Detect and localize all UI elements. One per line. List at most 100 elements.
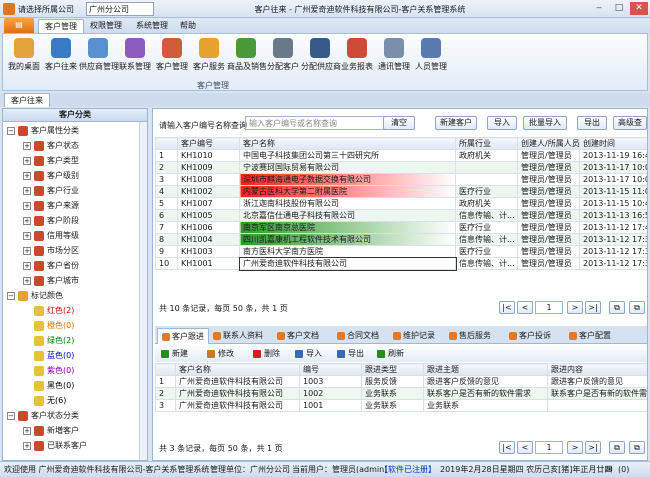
next-page-button[interactable]: > xyxy=(567,301,583,314)
print-page-icon[interactable]: ⧉ xyxy=(629,301,645,314)
menu-tab-2[interactable]: 系统管理 xyxy=(130,19,174,33)
expand-icon[interactable]: + xyxy=(23,141,31,150)
tree-node[interactable]: − 标记颜色 xyxy=(7,288,139,303)
detail-tab-3[interactable]: 合同文档 xyxy=(333,328,383,344)
column-header[interactable]: 客户名称 xyxy=(239,137,456,150)
expand-icon[interactable]: + xyxy=(23,261,31,270)
column-header[interactable]: 所属行业 xyxy=(455,137,518,150)
message-icon[interactable]: ✉ xyxy=(606,462,613,477)
ribbon-button-5[interactable]: 客户服务 xyxy=(190,36,228,76)
toolbar-button-4[interactable]: 导出 xyxy=(337,348,364,360)
first-page-button[interactable]: |< xyxy=(499,441,515,454)
detail-tab-6[interactable]: 客户投诉 xyxy=(505,328,555,344)
ribbon-button-7[interactable]: 分配客户 xyxy=(264,36,302,76)
detail-tab-0[interactable]: 客户跟进 xyxy=(157,328,209,344)
menu-tab-1[interactable]: 权限管理 xyxy=(84,19,128,33)
toolbar-button-5[interactable]: 刷新 xyxy=(377,348,404,360)
page-number-input[interactable]: 1 xyxy=(535,441,563,454)
column-header[interactable]: 跟进内容 xyxy=(547,363,647,376)
tree-node[interactable]: + 客户类型 xyxy=(7,153,139,168)
column-header[interactable]: 客户名称 xyxy=(175,363,300,376)
detail-tab-1[interactable]: 联系人资料 xyxy=(209,328,267,344)
tree-node[interactable]: + 客户来源 xyxy=(7,198,139,213)
table-row[interactable]: 3 广州爱奇迪软件科技有限公司 1001 业务联系 业务联系 xyxy=(155,399,647,412)
expand-icon[interactable]: + xyxy=(23,246,31,255)
table-row[interactable]: 8 KH1004 四川凯嘉康机工程软件技术有限公司 信息传输、计... 管理员/管理员 2… xyxy=(155,233,647,246)
status-message-count[interactable]: (0) xyxy=(618,462,629,477)
table-row[interactable]: 2 广州爱奇迪软件科技有限公司 1002 业务联系 联系客户是否有新的软件需求 联系客户是… xyxy=(155,387,647,400)
expand-icon[interactable]: + xyxy=(23,426,31,435)
menu-tab-3[interactable]: 帮助 xyxy=(174,19,202,33)
table-row[interactable]: 2 KH1009 宁波赛珂国际贸易有限公司 管理员/管理员 2013-11-17 10:… xyxy=(155,161,647,174)
table-row[interactable]: 4 KH1002 内蒙古医科大学第二附属医院 医疗行业 管理员/管理员 2013-11-1… xyxy=(155,185,647,198)
table-row[interactable]: 10 KH1001 广州爱奇迪软件科技有限公司 信息传输、计... 管理员/管理员 201… xyxy=(155,256,647,271)
ribbon-button-0[interactable]: 我的桌面 xyxy=(5,36,43,76)
tree-node[interactable]: + 客户城市 xyxy=(7,273,139,288)
table-row[interactable]: 1 广州爱奇迪软件科技有限公司 1003 服务反馈 跟进客户反馈的意见 跟进客户反馈的意见 xyxy=(155,375,647,388)
close-icon[interactable]: ✕ xyxy=(630,2,648,15)
tree-node[interactable]: 绿色(2) xyxy=(7,333,139,348)
expand-icon[interactable]: + xyxy=(23,156,31,165)
last-page-button[interactable]: >| xyxy=(585,301,601,314)
tree-node[interactable]: 红色(2) xyxy=(7,303,139,318)
tab-customer-dealings[interactable]: 客户往来 xyxy=(4,93,50,107)
toolbar-button-0[interactable]: 新建 xyxy=(161,348,188,360)
tree-node[interactable]: + 信用等级 xyxy=(7,228,139,243)
tree-node[interactable]: − 客户属性分类 xyxy=(7,123,139,138)
toolbar-button-1[interactable]: 修改 xyxy=(207,348,234,360)
tree-node[interactable]: + 客户阶段 xyxy=(7,213,139,228)
prev-page-button[interactable]: < xyxy=(517,301,533,314)
table-row[interactable]: 9 KH1003 南方医科大学南方医院 医疗行业 管理员/管理员 2013-11-12 1… xyxy=(155,245,647,258)
ribbon-button-6[interactable]: 商品及销售 xyxy=(227,36,267,76)
page-number-input[interactable]: 1 xyxy=(535,301,563,314)
tree-scrollbar[interactable] xyxy=(139,122,147,460)
table-row[interactable]: 7 KH1006 南京军区南京总医院 医疗行业 管理员/管理员 2013-11-12 17… xyxy=(155,221,647,234)
ribbon-button-3[interactable]: 联系管理 xyxy=(116,36,154,76)
ribbon-button-4[interactable]: 客户管理 xyxy=(153,36,191,76)
file-menu-button[interactable]: ▤ xyxy=(4,18,34,33)
maximize-icon[interactable]: □ xyxy=(610,2,628,15)
expand-icon[interactable]: + xyxy=(23,171,31,180)
search-input[interactable]: 输入客户编号或名称查询 xyxy=(245,116,385,130)
detail-tab-2[interactable]: 客户文档 xyxy=(273,328,323,344)
expand-icon[interactable]: + xyxy=(23,231,31,240)
first-page-button[interactable]: |< xyxy=(499,301,515,314)
collapse-icon[interactable]: − xyxy=(7,291,15,300)
table-row[interactable]: 1 KH1010 中国电子科技集团公司第三十四研究所 政府机关 管理员/管理员 2013-… xyxy=(155,149,647,162)
detail-tab-5[interactable]: 售后服务 xyxy=(445,328,495,344)
toolbar-button-2[interactable]: 删除 xyxy=(253,348,280,360)
column-header[interactable] xyxy=(155,137,178,150)
collapse-icon[interactable]: − xyxy=(7,411,15,420)
table-row[interactable]: 6 KH1005 北京嘉信仕通电子科技有限公司 信息传输、计... 管理员/管理员 201… xyxy=(155,209,647,222)
column-header[interactable]: 客户编号 xyxy=(177,137,240,150)
export-page-icon[interactable]: ⧉ xyxy=(609,301,625,314)
tree-node[interactable]: + 客户级别 xyxy=(7,168,139,183)
tree-node[interactable]: 蓝色(0) xyxy=(7,348,139,363)
table-row[interactable]: 5 KH1007 浙江迦南科技股份有限公司 政府机关 管理员/管理员 2013-11-15… xyxy=(155,197,647,210)
column-header[interactable] xyxy=(155,363,176,376)
status-register-link[interactable]: 【软件已注册】 xyxy=(380,462,436,477)
detail-tab-4[interactable]: 维护记录 xyxy=(389,328,439,344)
last-page-button[interactable]: >| xyxy=(585,441,601,454)
tree-node[interactable]: + 市场分区 xyxy=(7,243,139,258)
action-button-4[interactable]: 高级查 xyxy=(613,116,647,130)
ribbon-button-11[interactable]: 人员管理 xyxy=(412,36,450,76)
column-header[interactable]: 跟进主题 xyxy=(423,363,548,376)
next-page-button[interactable]: > xyxy=(567,441,583,454)
expand-icon[interactable]: + xyxy=(23,216,31,225)
ribbon-button-2[interactable]: 供应商管理 xyxy=(79,36,119,76)
clear-button[interactable]: 清空 xyxy=(383,116,415,130)
expand-icon[interactable]: + xyxy=(23,441,31,450)
action-button-2[interactable]: 批量导入 xyxy=(523,116,567,130)
prev-page-button[interactable]: < xyxy=(517,441,533,454)
tree-node[interactable]: 无(6) xyxy=(7,393,139,408)
action-button-1[interactable]: 导入 xyxy=(487,116,517,130)
column-header[interactable]: 创建人/所属人员 xyxy=(517,137,580,150)
tree-node[interactable]: + 新増客户 xyxy=(7,423,139,438)
company-select[interactable]: 广州分公司 xyxy=(86,2,154,16)
tree-node[interactable]: + 客户行业 xyxy=(7,183,139,198)
ribbon-button-10[interactable]: 通讯管理 xyxy=(375,36,413,76)
tree-node[interactable]: + 已联系客户 xyxy=(7,438,139,453)
tree-node[interactable]: − 客户状态分类 xyxy=(7,408,139,423)
column-header[interactable]: 创建时间 xyxy=(579,137,647,150)
